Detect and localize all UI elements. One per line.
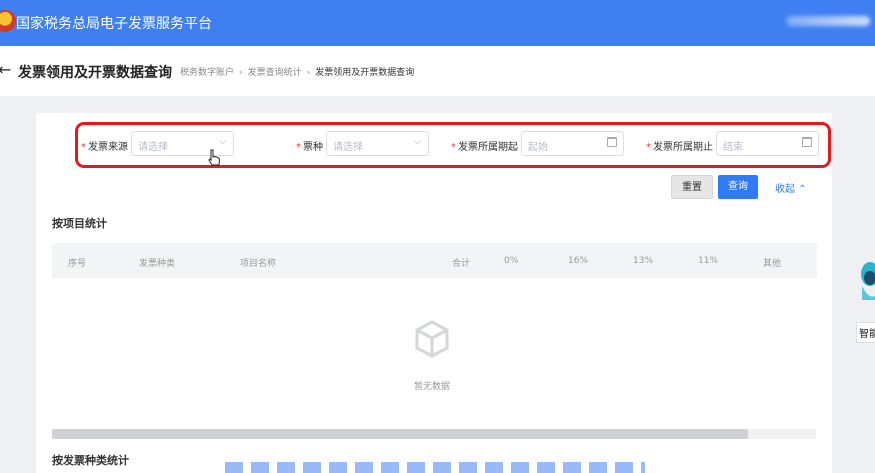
column-header: 合计 [452, 259, 471, 269]
calendar-icon [607, 137, 617, 147]
top-header: 国家税务总局电子发票服务平台 [0, 0, 875, 46]
caption-overlay-blurred [225, 462, 645, 473]
period-start-picker[interactable]: 起始 [521, 131, 624, 156]
calendar-icon [802, 137, 812, 147]
chevron-down-icon: ⌵ [414, 137, 421, 147]
column-header: 13% [633, 256, 654, 266]
query-button[interactable]: 查询 [718, 175, 758, 199]
period-end-picker[interactable]: 结束 [716, 131, 819, 156]
chevron-up-icon: ⌃ [798, 184, 807, 195]
table-scrollbar-thumb[interactable] [52, 429, 748, 439]
breadcrumb-item-account[interactable]: 税务数字账户 [180, 68, 234, 78]
back-arrow-icon[interactable]: ← [0, 60, 11, 79]
chevron-down-icon: ⌵ [219, 137, 226, 147]
section-title-project: 按项目统计 [52, 217, 107, 230]
section-title-invoice-type: 按发票种类统计 [52, 454, 129, 467]
breadcrumb: 税务数字账户 › 发票查询统计 › 发票领用及开票数据查询 [180, 65, 414, 78]
column-header: 发票种类 [139, 259, 176, 269]
column-header: 11% [698, 256, 719, 266]
period-end-label: * 发票所属期止 [646, 142, 713, 153]
ticket-type-select[interactable]: 请选择 ⌵ [326, 131, 429, 156]
breadcrumb-bar: ← 发票领用及开票数据查询 税务数字账户 › 发票查询统计 › 发票领用及开票数据查询 [0, 46, 875, 96]
column-header: 序号 [68, 259, 87, 269]
empty-box-icon [415, 320, 449, 358]
breadcrumb-item-query-stats[interactable]: 发票查询统计 [248, 68, 302, 78]
assistant-avatar-icon[interactable] [856, 256, 875, 304]
app-title: 国家税务总局电子发票服务平台 [16, 16, 212, 32]
column-header: 0% [504, 256, 519, 266]
column-header: 16% [568, 256, 589, 266]
breadcrumb-separator-icon: › [306, 68, 311, 78]
ticket-type-label: * 票种 [296, 142, 323, 153]
period-start-label: * 发票所属期起 [451, 142, 518, 153]
column-header: 项目名称 [240, 259, 277, 269]
collapse-toggle[interactable]: 收起 ⌃ [775, 180, 807, 195]
reset-button[interactable]: 重置 [671, 175, 713, 199]
breadcrumb-separator-icon: › [239, 68, 243, 78]
empty-state-text: 暂无数据 [414, 382, 451, 392]
source-label: * 发票来源 [81, 142, 128, 153]
tax-emblem-logo [0, 10, 16, 32]
user-account-blurred[interactable] [786, 16, 870, 26]
column-header: 其他 [763, 259, 782, 269]
breadcrumb-item-current: 发票领用及开票数据查询 [315, 68, 415, 78]
page-title: 发票领用及开票数据查询 [18, 65, 172, 81]
assistant-label[interactable]: 智能 [856, 322, 875, 343]
hand-cursor-icon [208, 149, 221, 166]
